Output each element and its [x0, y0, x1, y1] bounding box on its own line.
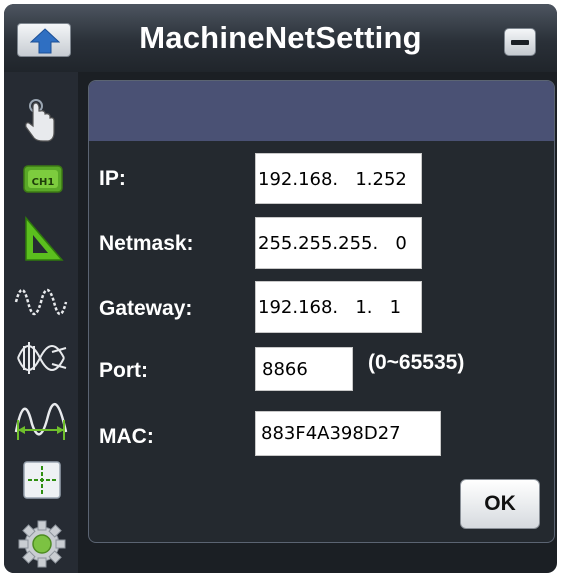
- sidebar-item-channel[interactable]: CH1: [12, 154, 70, 208]
- title-bar: MachineNetSetting: [4, 4, 557, 72]
- sidebar-item-touch[interactable]: [12, 94, 70, 148]
- netmask-label: Netmask:: [99, 232, 194, 255]
- ip-label: IP:: [99, 167, 126, 190]
- mac-field[interactable]: 883F4A398D27: [255, 411, 441, 456]
- panel-header: [89, 81, 554, 141]
- ip-field[interactable]: 192.168. 1.252: [255, 153, 422, 204]
- net-setting-panel: IP: 192.168. 1.252 Netmask: 255.255.255.…: [88, 80, 555, 543]
- channel-ch1-icon: CH1: [23, 165, 63, 193]
- minimize-button[interactable]: [504, 28, 536, 56]
- gateway-label: Gateway:: [99, 297, 193, 320]
- svg-text:CH1: CH1: [32, 177, 55, 188]
- window-title: MachineNetSetting: [139, 20, 422, 55]
- sidebar: CH1: [4, 72, 78, 573]
- sidebar-item-waveform[interactable]: [12, 272, 70, 326]
- sidebar-item-fft[interactable]: [12, 330, 70, 384]
- sidebar-item-measure[interactable]: [12, 212, 70, 266]
- mac-label: MAC:: [99, 425, 154, 448]
- port-range-hint: (0~65535): [368, 351, 465, 374]
- sidebar-item-wave-measure[interactable]: [12, 390, 70, 444]
- triangle-ruler-icon: [25, 215, 64, 261]
- net-setting-window: MachineNetSetting CH1 IP: 192.168. 1.252…: [4, 4, 557, 573]
- back-up-button[interactable]: [17, 23, 71, 57]
- gear-icon: [18, 520, 66, 568]
- sine-wave-icon: [14, 288, 68, 316]
- netmask-field[interactable]: 255.255.255. 0: [255, 217, 422, 269]
- port-label: Port:: [99, 359, 148, 382]
- minus-icon: [511, 40, 529, 45]
- arrow-up-icon: [30, 28, 60, 54]
- touch-hand-icon: [25, 99, 55, 142]
- port-field[interactable]: 8866: [255, 347, 353, 391]
- gateway-field[interactable]: 192.168. 1. 1: [255, 281, 422, 333]
- ok-button[interactable]: OK: [460, 479, 540, 529]
- sidebar-item-settings[interactable]: [12, 514, 70, 568]
- sidebar-item-cursor[interactable]: [12, 456, 70, 510]
- crosshair-cursor-icon: [23, 461, 61, 499]
- wave-measure-icon: [14, 402, 68, 440]
- fft-signal-icon: [17, 342, 67, 374]
